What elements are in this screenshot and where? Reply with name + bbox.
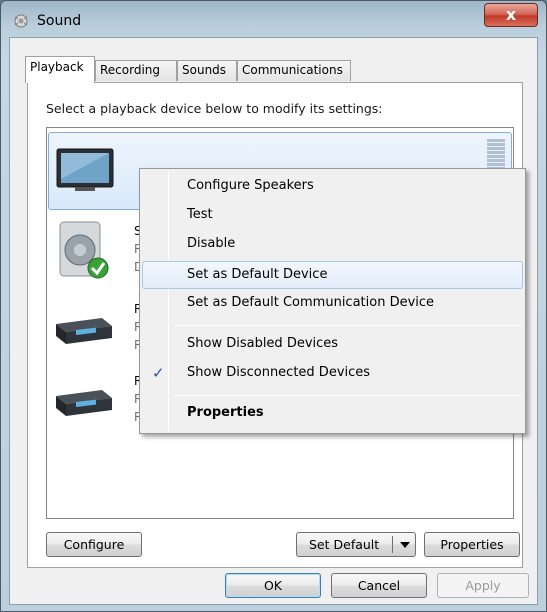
speaker-icon xyxy=(59,221,109,279)
apply-button[interactable]: Apply xyxy=(437,573,529,598)
menu-item-show-disconnected-devices[interactable]: ✓ Show Disconnected Devices xyxy=(142,360,523,388)
cancel-button[interactable]: Cancel xyxy=(331,573,427,598)
tab-playback[interactable]: Playback xyxy=(25,56,95,83)
context-menu: Configure Speakers Test Disable Set as D… xyxy=(139,168,526,434)
title-bar[interactable]: Sound x xyxy=(1,1,546,37)
receiver-icon xyxy=(56,318,112,344)
set-default-button[interactable]: Set Default xyxy=(296,532,416,557)
properties-button[interactable]: Properties xyxy=(424,532,520,557)
tab-sounds[interactable]: Sounds xyxy=(177,60,237,81)
close-icon: x xyxy=(505,5,517,24)
window-title: Sound xyxy=(37,13,82,29)
monitor-icon xyxy=(56,148,114,191)
menu-item-configure-speakers[interactable]: Configure Speakers xyxy=(142,173,523,201)
instruction-text: Select a playback device below to modify… xyxy=(46,101,383,116)
menu-item-properties[interactable]: Properties xyxy=(142,400,523,428)
menu-item-set-default-device[interactable]: Set as Default Device xyxy=(142,261,523,289)
menu-item-test[interactable]: Test xyxy=(142,202,523,230)
receiver-icon xyxy=(56,390,112,416)
close-button[interactable]: x xyxy=(484,3,538,27)
split-divider xyxy=(392,536,393,553)
menu-separator xyxy=(174,395,521,396)
set-default-label: Set Default xyxy=(309,537,380,552)
configure-button[interactable]: Configure xyxy=(46,532,142,557)
menu-item-show-disabled-devices[interactable]: Show Disabled Devices xyxy=(142,331,523,359)
ok-button[interactable]: OK xyxy=(225,573,321,598)
tab-recording[interactable]: Recording xyxy=(95,60,177,81)
checkmark-icon: ✓ xyxy=(152,364,165,382)
sound-app-icon xyxy=(14,14,28,28)
menu-separator xyxy=(174,325,521,326)
menu-item-disable[interactable]: Disable xyxy=(142,231,523,259)
chevron-down-icon[interactable] xyxy=(398,536,412,553)
tab-communications[interactable]: Communications xyxy=(237,60,351,81)
menu-item-set-default-communication-device[interactable]: Set as Default Communication Device xyxy=(142,290,523,318)
